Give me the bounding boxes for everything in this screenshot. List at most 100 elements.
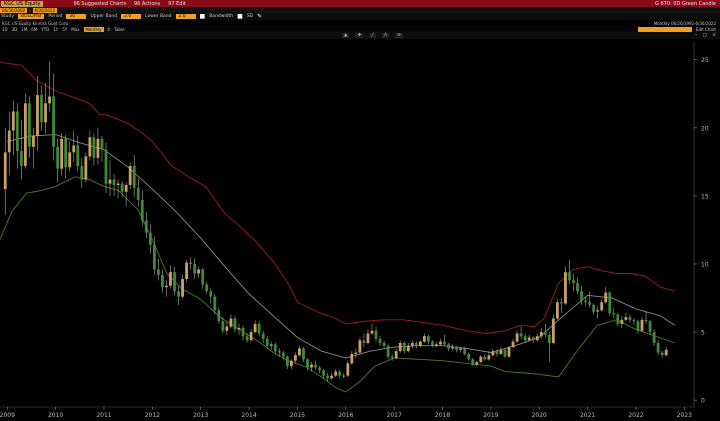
candle-body (148, 232, 152, 245)
period-3d[interactable]: 3D (12, 27, 18, 32)
lower-band-field[interactable]: 2.0 (175, 14, 196, 19)
edit-chart-button[interactable]: Edit Chart (696, 27, 716, 32)
candle-body (338, 371, 342, 376)
x-tick-label: 2018 (435, 412, 450, 419)
candle-body (177, 291, 180, 297)
period-1m[interactable]: 1M (21, 27, 27, 32)
candle-body (576, 283, 579, 292)
upper-band-label: Upper Band (90, 14, 118, 19)
candle-body (310, 364, 313, 368)
candle-body (422, 336, 426, 342)
candle-body (443, 341, 446, 345)
candle-body (527, 337, 531, 341)
candle-body (245, 336, 249, 341)
crosshair-icon[interactable]: ✚ (355, 33, 364, 38)
period-field[interactable]: 20 (66, 14, 87, 19)
candle-body (551, 318, 555, 343)
candle-body (116, 183, 120, 186)
candle-body (539, 332, 543, 337)
frequency-select[interactable]: Monthly (83, 26, 104, 32)
menu-actions[interactable]: 96 Actions (134, 1, 160, 7)
candle-body (294, 355, 297, 361)
candle-body (209, 291, 213, 297)
date-from-field[interactable]: 06/30/2002 (0, 7, 28, 13)
candle-body (108, 179, 112, 184)
x-tick-label: 2019 (483, 412, 498, 419)
checkbox-icon[interactable]: ■ (200, 13, 206, 20)
x-tick-label: 2015 (290, 412, 305, 419)
period-max[interactable]: Max (71, 27, 79, 32)
candle-body (394, 351, 398, 358)
candle-body (44, 103, 47, 123)
price-chart[interactable]: 0 5 10 15 20 25 2009 2010 2011 2012 2013 2014 2015 20… (0, 40, 720, 421)
annotation-icon[interactable]: A (381, 33, 390, 38)
candle-body (165, 285, 168, 288)
cursor-icon[interactable]: ▲ (342, 33, 350, 38)
x-tick-label: 2014 (241, 412, 256, 419)
candle-body (555, 302, 559, 319)
candle-body (346, 363, 350, 376)
candle-body (169, 272, 172, 286)
candle-body (56, 146, 60, 169)
candle-body (269, 344, 273, 346)
candle-body (402, 342, 406, 352)
candle-body (406, 345, 410, 352)
bandwidth-label: Bandwidth (209, 14, 234, 19)
candle-body (664, 349, 668, 356)
candle-body (289, 360, 293, 367)
candle-body (507, 347, 511, 357)
period-5y[interactable]: 5Y (62, 27, 67, 32)
period-1d[interactable]: 1D (2, 27, 8, 32)
candle-body (620, 319, 624, 324)
candle-body (580, 291, 583, 301)
period-6m[interactable]: 6M (31, 27, 37, 32)
candle-body (374, 330, 378, 339)
candle-body (503, 349, 507, 357)
candle-body (390, 356, 394, 358)
upper-bollinger-band (0, 61, 675, 334)
pencil-icon[interactable]: ✎ (257, 13, 262, 20)
candle-body (628, 317, 632, 320)
candle-body (72, 145, 76, 153)
candle-body (592, 304, 596, 312)
maximize-icon[interactable]: □ (703, 33, 707, 38)
middle-bollinger-band (7, 134, 675, 359)
candle-body (23, 103, 27, 166)
sd-label: SD (246, 14, 254, 19)
menu-suggested-charts[interactable]: 96 Suggested Charts (73, 1, 125, 7)
candle-body (459, 348, 463, 350)
toolbar-tl[interactable]: tl (108, 27, 111, 32)
menu-bar: 96 Suggested Charts 96 Actions 97 Edit (73, 1, 185, 7)
template-field[interactable] (637, 26, 692, 32)
ticker-field[interactable]: KGC US Equity (1, 0, 44, 7)
upper-band-field[interactable]: 2.0 (121, 14, 142, 19)
candle-body (92, 137, 96, 158)
minimize-icon[interactable]: – (695, 33, 697, 38)
candle-body (48, 96, 51, 104)
candle-body (185, 262, 189, 279)
candle-body (161, 274, 164, 288)
period-1y[interactable]: 1Y (53, 27, 58, 32)
candle-body (80, 165, 84, 180)
table-toggle[interactable]: Table (114, 27, 124, 32)
candle-body (189, 262, 193, 264)
candle-body (40, 95, 43, 123)
checkbox-icon[interactable]: ■ (237, 13, 243, 20)
candle-body (318, 367, 322, 371)
zoom-icon[interactable]: ⊕ (395, 33, 403, 38)
candle-body (600, 302, 604, 311)
close-icon[interactable]: × (712, 33, 716, 38)
candle-body (523, 336, 527, 341)
candle-body (451, 347, 455, 349)
candle-body (640, 319, 644, 331)
candle-body (28, 103, 31, 147)
candle-body (608, 292, 612, 314)
y-tick-label: 20 (701, 125, 709, 132)
period-ytd[interactable]: YTD (41, 27, 49, 32)
candle-body (648, 321, 652, 333)
date-to-field[interactable]: 6/30/2022 (32, 7, 58, 13)
menu-edit[interactable]: 97 Edit (168, 1, 186, 7)
y-tick-label: 5 (701, 330, 705, 337)
study-field[interactable]: BOLL/RSI (18, 14, 45, 19)
line-icon[interactable]: ╱ (369, 33, 376, 38)
